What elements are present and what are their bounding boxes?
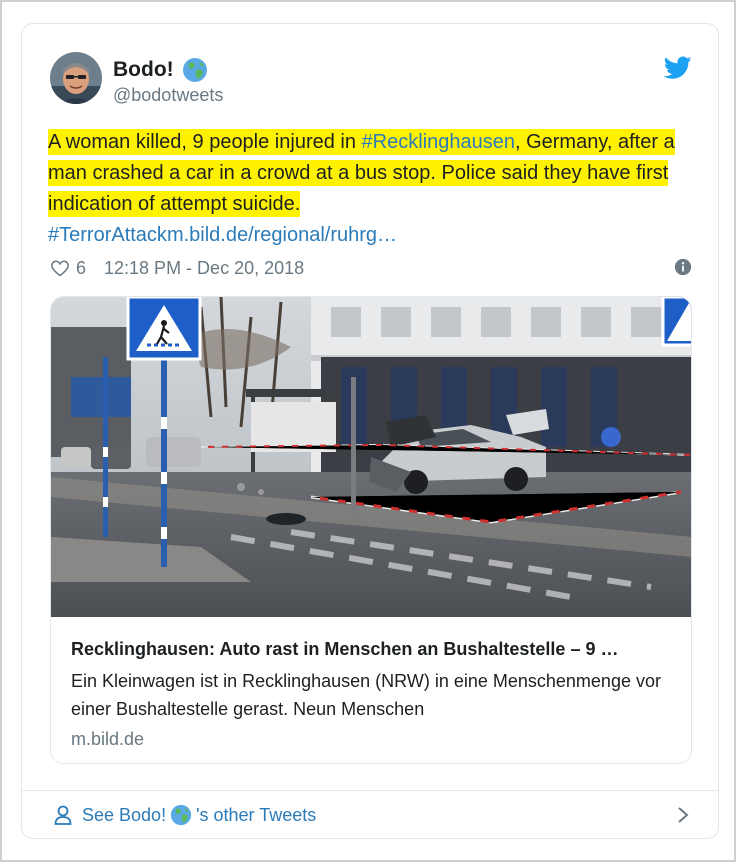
tweet-meta: 6 12:18 PM - Dec 20, 2018 — [50, 255, 692, 281]
hashtag-terrorattack[interactable]: #TerrorAttack — [48, 224, 167, 246]
news-photo — [51, 297, 691, 617]
tweet-embed-card: Bodo! @bodotweets A woman killed, 9 peop… — [21, 23, 719, 839]
hashtag-recklinghausen[interactable]: #Recklinghausen — [362, 131, 515, 153]
see-other-tweets-link[interactable]: See Bodo! 's other Tweets — [54, 804, 316, 826]
globe-emoji-icon — [182, 58, 207, 82]
person-icon — [54, 805, 72, 825]
author-name[interactable]: Bodo! — [113, 58, 174, 82]
footer: See Bodo! 's other Tweets — [22, 790, 718, 839]
author-name-row[interactable]: Bodo! — [113, 57, 208, 83]
heart-icon[interactable] — [50, 258, 70, 278]
avatar[interactable] — [50, 52, 102, 104]
like-count[interactable]: 6 — [76, 258, 86, 279]
tweet-link[interactable]: m.bild.de/regional/ruhrg… — [167, 224, 397, 246]
globe-emoji-icon — [170, 804, 192, 826]
twitter-bird-icon[interactable] — [664, 56, 692, 80]
tweet-text-part-1: A woman killed, 9 people injured in — [48, 131, 362, 153]
author-handle[interactable]: @bodotweets — [113, 85, 223, 106]
preview-domain: m.bild.de — [71, 729, 145, 749]
chevron-right-icon[interactable] — [676, 805, 690, 825]
page: Bodo! @bodotweets A woman killed, 9 peop… — [2, 2, 734, 860]
see-link-prefix[interactable]: See Bodo! — [82, 805, 166, 826]
preview-description: Ein Kleinwagen ist in Recklinghausen (NR… — [71, 671, 661, 719]
tweet-text: A woman killed, 9 people injured in #Rec… — [48, 127, 698, 251]
info-icon[interactable] — [674, 258, 692, 276]
see-link-suffix[interactable]: 's other Tweets — [196, 805, 316, 826]
link-preview-card[interactable]: Recklinghausen: Auto rast in Menschen an… — [50, 296, 692, 764]
highlighted-text: A woman killed, 9 people injured in #Rec… — [48, 129, 675, 217]
tweet-timestamp[interactable]: 12:18 PM - Dec 20, 2018 — [104, 258, 304, 279]
preview-title[interactable]: Recklinghausen: Auto rast in Menschen an… — [71, 639, 676, 660]
